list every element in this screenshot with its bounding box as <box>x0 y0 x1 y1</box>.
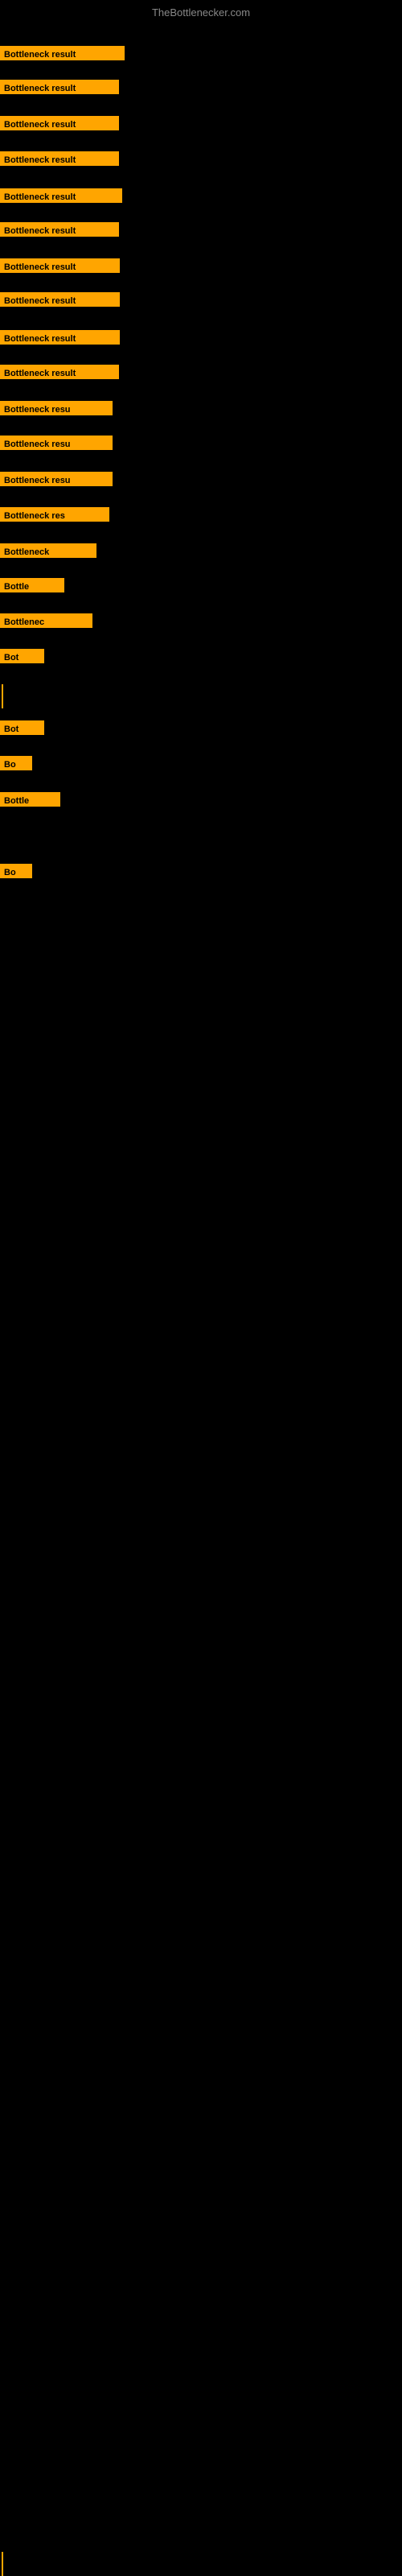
bottleneck-badge: Bottleneck resu <box>0 436 113 450</box>
bottleneck-badge: Bottleneck <box>0 543 96 558</box>
bottleneck-badge: Bottle <box>0 578 64 592</box>
bottleneck-badge: Bottleneck res <box>0 507 109 522</box>
vertical-line <box>2 2552 3 2576</box>
bottleneck-badge: Bo <box>0 756 32 770</box>
bottleneck-badge: Bottleneck result <box>0 258 120 273</box>
bottleneck-badge: Bottleneck result <box>0 151 119 166</box>
bottleneck-badge: Bottleneck result <box>0 292 120 307</box>
bottleneck-badge: Bottleneck result <box>0 188 122 203</box>
bottleneck-badge: Bottleneck resu <box>0 472 113 486</box>
bottleneck-badge: Bo <box>0 864 32 878</box>
bottleneck-badge: Bot <box>0 720 44 735</box>
bottleneck-badge: Bottle <box>0 792 60 807</box>
site-title: TheBottlenecker.com <box>0 6 402 19</box>
bottleneck-badge: Bot <box>0 649 44 663</box>
bottleneck-badge: Bottleneck result <box>0 365 119 379</box>
bottleneck-badge: Bottleneck result <box>0 46 125 60</box>
bottleneck-badge: Bottleneck resu <box>0 401 113 415</box>
bottleneck-badge: Bottleneck result <box>0 80 119 94</box>
vertical-line <box>2 684 3 708</box>
bottleneck-badge: Bottleneck result <box>0 116 119 130</box>
bottleneck-badge: Bottleneck result <box>0 222 119 237</box>
bottleneck-badge: Bottlenec <box>0 613 92 628</box>
bottleneck-badge: Bottleneck result <box>0 330 120 345</box>
